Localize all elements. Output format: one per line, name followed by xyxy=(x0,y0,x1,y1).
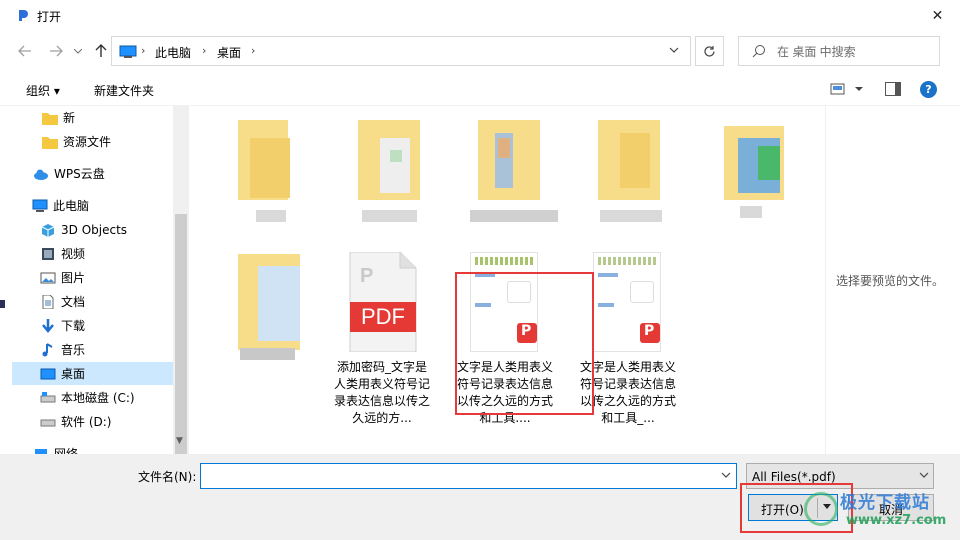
open-button[interactable]: 打开(O) xyxy=(748,494,838,521)
search-input[interactable] xyxy=(777,43,932,61)
toolbar: 组织 ▾ 新建文件夹 ? xyxy=(0,73,960,106)
chevron-down-icon[interactable] xyxy=(721,470,731,480)
breadcrumb-separator: › xyxy=(202,44,207,57)
desktop-icon xyxy=(40,368,56,379)
nav-item-pictures[interactable]: 图片 xyxy=(12,266,173,289)
folder-thumbnail xyxy=(230,252,310,360)
preview-message: 选择要预览的文件。 xyxy=(836,274,945,288)
breadcrumb-separator: › xyxy=(251,44,256,57)
filename-input[interactable] xyxy=(205,468,705,484)
new-folder-button[interactable]: 新建文件夹 xyxy=(94,82,154,99)
pdf-badge-label: PDF xyxy=(361,304,405,329)
pdf-file-icon: P xyxy=(349,252,417,352)
network-icon xyxy=(35,448,47,454)
view-options-button[interactable] xyxy=(830,82,864,99)
preview-pane: 选择要预览的文件。 xyxy=(825,106,960,454)
filename-combobox[interactable] xyxy=(200,463,737,489)
pdf-logo-icon: P xyxy=(644,323,655,339)
folder-icon xyxy=(42,136,58,149)
chevron-down-icon[interactable] xyxy=(669,45,679,55)
computer-icon xyxy=(32,199,48,212)
back-button[interactable] xyxy=(14,40,36,62)
breadcrumb-desktop[interactable]: 桌面 xyxy=(217,44,241,61)
file-type-value: All Files(*.pdf) xyxy=(752,470,836,484)
forward-button[interactable] xyxy=(45,40,67,62)
folder-thumbnail xyxy=(710,118,790,218)
open-button-label: 打开(O) xyxy=(761,503,804,517)
drive-icon xyxy=(40,419,56,426)
nav-item-wps-cloud[interactable]: WPS云盘 xyxy=(12,162,173,185)
pdf-thumbnail: P xyxy=(470,252,538,352)
picture-icon xyxy=(40,272,56,283)
navigation-pane: 新 资源文件 WPS云盘 此电脑 3D Objects 视频 图片 文档 下载 … xyxy=(12,106,188,454)
nav-item-network[interactable]: 网络 xyxy=(12,442,173,454)
nav-item-drive-d[interactable]: 软件 (D:) xyxy=(12,410,173,433)
recent-dropdown-button[interactable] xyxy=(71,40,85,62)
nav-item-folder-new[interactable]: 新 xyxy=(12,106,173,129)
arrow-right-icon xyxy=(50,45,63,57)
download-icon xyxy=(42,318,54,333)
cloud-icon xyxy=(34,169,48,180)
nav-item-resource-files[interactable]: 资源文件 xyxy=(12,130,173,153)
cancel-button[interactable]: 取消 xyxy=(848,494,934,521)
arrow-left-icon xyxy=(18,45,31,57)
drive-icon xyxy=(40,391,56,402)
nav-item-videos[interactable]: 视频 xyxy=(12,242,173,265)
view-icon xyxy=(830,83,863,95)
nav-item-documents[interactable]: 文档 xyxy=(12,290,173,313)
nav-item-3d-objects[interactable]: 3D Objects xyxy=(12,218,173,241)
chevron-down-icon[interactable] xyxy=(822,503,832,511)
nav-item-this-pc[interactable]: 此电脑 xyxy=(12,194,173,217)
search-box[interactable] xyxy=(738,36,940,66)
file-type-select[interactable]: All Files(*.pdf) xyxy=(746,463,934,489)
folder-thumbnail xyxy=(590,118,670,222)
3d-objects-icon xyxy=(41,223,55,237)
filename-label: 文件名(N): xyxy=(138,470,197,484)
pdf-thumbnail: P xyxy=(593,252,661,352)
up-button[interactable] xyxy=(90,40,112,62)
arrow-up-icon xyxy=(95,44,107,57)
music-icon xyxy=(42,342,53,356)
breadcrumb-this-pc[interactable]: 此电脑 xyxy=(155,44,191,61)
breadcrumb-separator: › xyxy=(141,44,146,57)
chevron-down-icon xyxy=(919,472,929,478)
nav-item-downloads[interactable]: 下载 xyxy=(12,314,173,337)
refresh-icon xyxy=(704,45,715,57)
app-icon xyxy=(19,10,28,21)
cancel-button-label: 取消 xyxy=(879,503,904,517)
organize-menu[interactable]: 组织 ▾ xyxy=(26,82,60,99)
chevron-down-icon xyxy=(74,48,82,54)
scroll-down-arrow-icon[interactable]: ▼ xyxy=(176,436,183,446)
close-icon: ✕ xyxy=(931,7,944,24)
split-divider xyxy=(817,498,818,518)
bottom-panel: 文件名(N): All Files(*.pdf) 打开(O) 取消 xyxy=(0,454,960,540)
video-icon xyxy=(42,247,54,260)
file-name: 文字是人类用表义符号记录表达信息以传之久远的方式和工具.... xyxy=(456,360,553,425)
title-bar: 打开 ✕ xyxy=(0,0,960,31)
help-button[interactable]: ? xyxy=(920,81,937,98)
search-icon xyxy=(752,45,765,58)
refresh-button[interactable] xyxy=(695,36,724,66)
folder-thumbnail xyxy=(470,118,558,222)
address-bar[interactable]: › 此电脑 › 桌面 › xyxy=(111,36,691,66)
file-name: 文字是人类用表义符号记录表达信息以传之久远的方式和工具_... xyxy=(579,360,676,425)
folder-icon xyxy=(42,112,58,125)
window-title: 打开 xyxy=(37,10,62,24)
nav-item-drive-c[interactable]: 本地磁盘 (C:) xyxy=(12,386,173,409)
background-window-edge xyxy=(0,300,5,308)
preview-pane-button[interactable] xyxy=(885,82,901,99)
file-list: P PDF 添加密码_文字是人类用表义符号记录表达信息以传之久远的方... P … xyxy=(190,106,825,454)
nav-item-music[interactable]: 音乐 xyxy=(12,338,173,361)
file-name: 添加密码_文字是人类用表义符号记录表达信息以传之久远的方... xyxy=(333,360,430,425)
computer-icon xyxy=(119,45,137,58)
close-button[interactable]: ✕ xyxy=(915,0,960,31)
pdf-logo-icon: P xyxy=(521,323,532,339)
document-icon xyxy=(42,294,54,309)
folder-thumbnail xyxy=(350,118,430,222)
nav-scrollbar[interactable]: ▼ xyxy=(173,106,189,530)
nav-item-desktop[interactable]: 桌面 xyxy=(12,362,173,385)
folder-thumbnail xyxy=(230,118,310,222)
svg-text:P: P xyxy=(360,265,373,287)
preview-pane-icon xyxy=(885,82,901,96)
